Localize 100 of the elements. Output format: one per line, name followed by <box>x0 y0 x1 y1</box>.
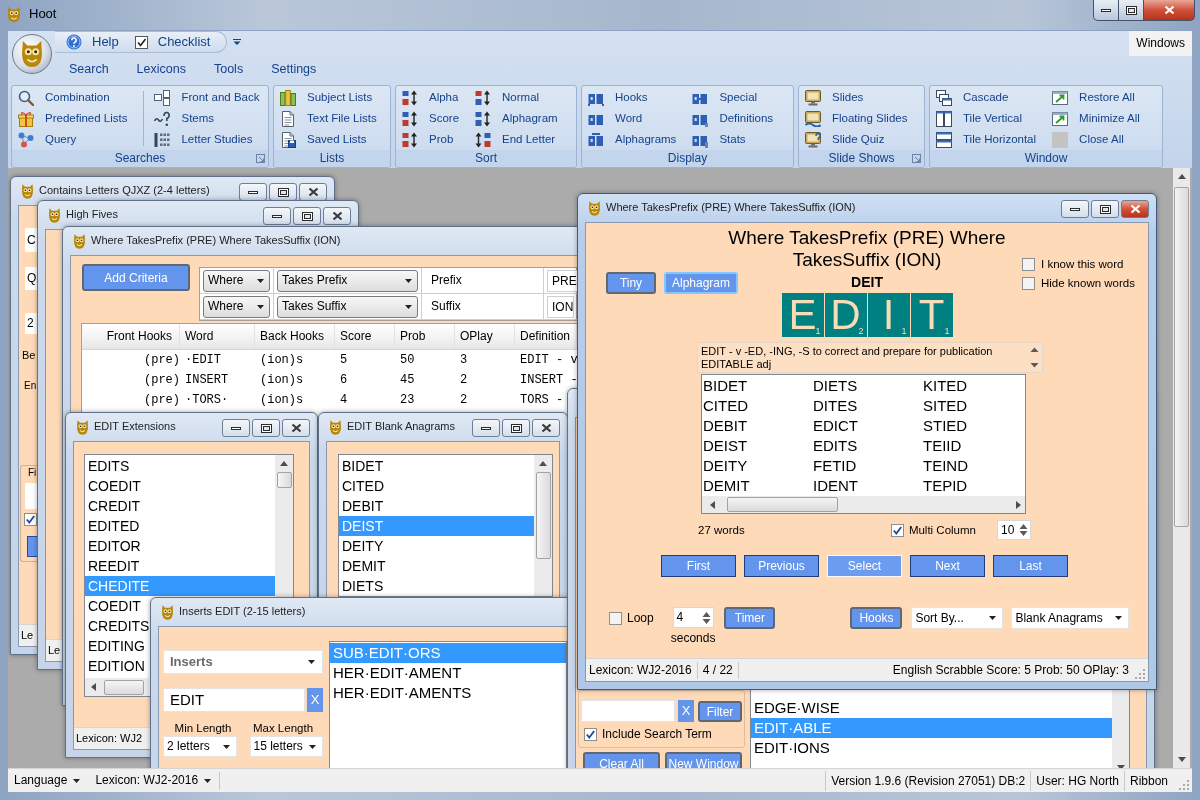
condition-dropdown[interactable]: Takes Prefix <box>277 269 418 292</box>
scroll-down-icon[interactable] <box>1177 757 1186 762</box>
search-type-dropdown[interactable]: Inserts <box>163 650 323 674</box>
column-header[interactable]: Score <box>335 324 395 349</box>
resize-grip-icon[interactable] <box>1179 779 1189 790</box>
ribbon-button[interactable]: Score <box>402 108 460 129</box>
list-item[interactable]: BIDET <box>339 456 384 476</box>
ribbon-button[interactable]: Query <box>18 129 128 150</box>
dialog-launcher-icon[interactable] <box>912 154 921 163</box>
search-field[interactable]: EDIT <box>163 688 305 712</box>
close-button[interactable] <box>299 183 327 201</box>
filter-field[interactable] <box>581 700 675 722</box>
word-item[interactable]: TEPID <box>923 476 968 496</box>
list-item[interactable]: CITED <box>339 476 384 496</box>
ribbon-button[interactable]: Predefined Lists <box>18 108 128 129</box>
scroll-up-icon[interactable] <box>539 461 547 466</box>
ribbon-button[interactable]: End Letter <box>475 129 558 150</box>
maximize-button[interactable] <box>293 207 321 225</box>
list-item[interactable]: HER·EDIT·AMENT <box>330 663 462 683</box>
scroll-right-icon[interactable] <box>1016 500 1021 509</box>
ribbon-button[interactable]: Definitions <box>692 108 774 129</box>
checkbox[interactable] <box>584 728 597 741</box>
text-field[interactable]: 2 <box>25 313 37 334</box>
ribbon-button[interactable]: Prob <box>402 129 460 150</box>
scroll-up-icon[interactable] <box>280 461 288 466</box>
scrollbar[interactable] <box>702 496 1025 513</box>
word-item[interactable]: EDITS <box>813 436 858 456</box>
list-item[interactable]: EDITION <box>85 656 145 676</box>
definition-field[interactable]: EDIT - v -ED, -ING, -S to correct and prepare for publication EDITABLE adj <box>697 342 1043 373</box>
scrollbar-thumb[interactable] <box>276 472 292 488</box>
maximize-button[interactable] <box>1118 0 1144 21</box>
spin-field[interactable]: 10 <box>997 520 1031 540</box>
list-item[interactable]: EDIT·IONS <box>751 738 830 758</box>
ribbon-tab[interactable]: Settings <box>257 60 331 78</box>
maximize-button[interactable] <box>502 419 530 437</box>
list-box[interactable]: BIDET CITED DEBIT DEIST DEITY DEMIT DIETS <box>338 454 553 597</box>
status-dropdown[interactable]: Language <box>8 773 87 788</box>
checkbox[interactable] <box>24 513 37 526</box>
scrollbar-thumb[interactable] <box>727 497 838 512</box>
minimize-button[interactable] <box>239 183 267 201</box>
ribbon-button[interactable]: Text File Lists <box>280 108 377 129</box>
customize-caret-icon[interactable] <box>232 39 241 45</box>
maximize-button[interactable] <box>1091 200 1119 218</box>
word-item[interactable]: KITED <box>923 376 968 396</box>
where-dropdown[interactable]: Where <box>203 269 270 292</box>
ribbon-button[interactable]: Special <box>692 87 774 108</box>
word-item[interactable]: IDENT <box>813 476 858 496</box>
resize-grip-icon[interactable] <box>1135 669 1145 679</box>
minimize-button[interactable] <box>1061 200 1089 218</box>
ribbon-button[interactable]: Stats <box>692 129 774 150</box>
ribbon-tab[interactable]: Lexicons <box>122 60 200 78</box>
scrollbar-thumb[interactable] <box>535 472 551 559</box>
spin-field[interactable]: 4 <box>672 607 714 628</box>
word-item[interactable]: DEBIT <box>703 416 748 436</box>
checkbox[interactable] <box>1022 277 1035 290</box>
max-length-dropdown[interactable]: 15 letters <box>249 736 323 757</box>
scroll-left-icon[interactable] <box>710 500 715 509</box>
word-item[interactable]: SITED <box>923 396 968 416</box>
list-item[interactable]: COEDIT <box>85 596 141 616</box>
spin-arrows-icon[interactable] <box>1019 523 1028 537</box>
ribbon-button[interactable]: Subject Lists <box>280 87 377 108</box>
list-item[interactable]: CREDIT <box>85 496 141 516</box>
ribbon-button[interactable]: Cascade <box>936 87 1037 108</box>
where-dropdown[interactable]: Where <box>203 295 270 318</box>
text-field[interactable]: ION <box>547 295 575 318</box>
ribbon-button[interactable]: Alpha <box>402 87 460 108</box>
text-field[interactable]: C <box>25 228 37 252</box>
ribbon-button[interactable]: Minimize All <box>1052 108 1140 129</box>
scrollbar[interactable] <box>1173 168 1190 768</box>
list-item[interactable]: EDITED <box>85 516 140 536</box>
ribbon-button[interactable]: Stems <box>154 108 260 129</box>
word-item[interactable]: EDICT <box>813 416 858 436</box>
minimize-button[interactable] <box>472 419 500 437</box>
list-item[interactable]: CREDITS <box>85 616 150 636</box>
column-header[interactable]: Word <box>180 324 255 349</box>
mode-dropdown[interactable]: Blank Anagrams <box>1011 607 1130 629</box>
column-header[interactable]: Front Hooks <box>82 324 180 349</box>
app-menu-button[interactable] <box>12 34 52 74</box>
ribbon-button[interactable]: Close All <box>1052 129 1140 150</box>
list-item[interactable]: COEDIT <box>85 476 141 496</box>
ribbon-button[interactable]: Slides <box>805 87 908 108</box>
checkbox[interactable] <box>609 612 622 625</box>
close-button[interactable] <box>282 419 310 437</box>
input-field[interactable] <box>25 483 37 509</box>
list-item[interactable]: EDITOR <box>85 536 141 556</box>
scrollbar-thumb[interactable] <box>104 679 144 695</box>
ribbon-button[interactable]: Alphagram <box>475 108 558 129</box>
scrollbar[interactable] <box>534 455 552 596</box>
checkbox[interactable] <box>890 523 904 537</box>
windows-button[interactable]: Windows <box>1129 31 1192 56</box>
list-item[interactable]: DEMIT <box>339 556 386 576</box>
list-item[interactable]: DEBIT <box>339 496 384 516</box>
list-item[interactable]: DEITY <box>339 536 384 556</box>
list-item[interactable]: EDITS <box>85 456 130 476</box>
minimize-button[interactable] <box>1093 0 1119 21</box>
list-box[interactable]: SUB·EDIT·ORS HER·EDIT·AMENT HER·EDIT·AMENTS <box>329 641 567 768</box>
close-button[interactable] <box>1121 200 1149 218</box>
ribbon-button[interactable]: Tile Horizontal <box>936 129 1037 150</box>
spin-arrows-icon[interactable] <box>701 610 711 625</box>
min-length-dropdown[interactable]: 2 letters <box>163 736 237 757</box>
